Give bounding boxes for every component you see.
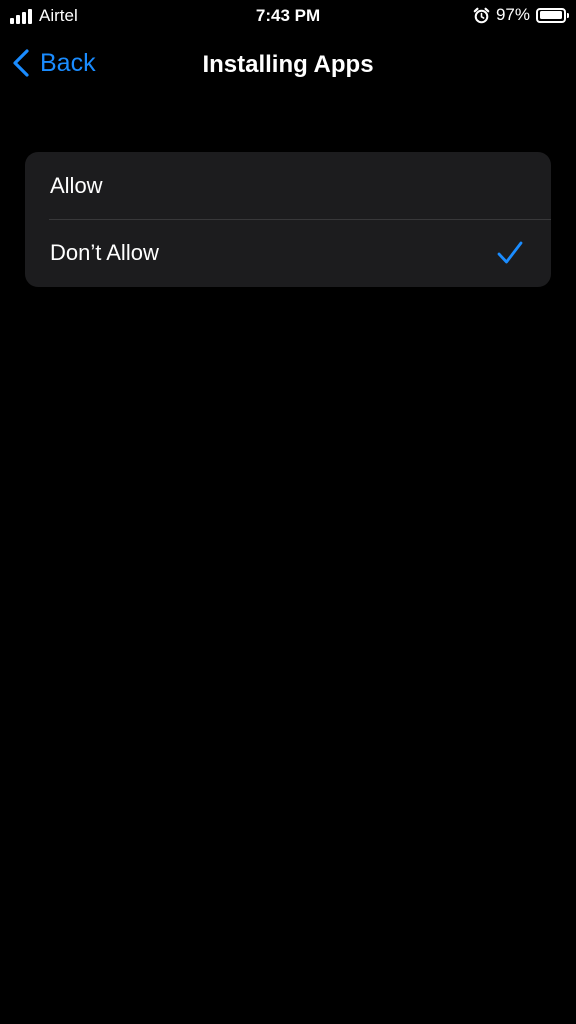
- option-dont-allow[interactable]: Don’t Allow: [25, 219, 551, 286]
- navigation-bar: Back Installing Apps: [0, 38, 576, 92]
- option-label: Allow: [50, 172, 103, 198]
- page-title: Installing Apps: [202, 51, 374, 78]
- screen: Airtel 7:43 PM 97% Back Installing Apps …: [0, 0, 576, 1024]
- status-bar: Airtel 7:43 PM 97%: [0, 0, 576, 32]
- checkmark-icon: [497, 241, 523, 264]
- status-right: 97%: [473, 5, 569, 25]
- options-group: Allow Don’t Allow: [25, 152, 551, 287]
- battery-percent: 97%: [495, 5, 530, 24]
- battery-fill: [539, 11, 562, 19]
- option-label: Don’t Allow: [50, 239, 159, 265]
- option-allow[interactable]: Allow: [25, 152, 551, 219]
- alarm-clock-icon: [473, 7, 490, 23]
- battery-cap: [566, 12, 569, 18]
- battery-icon: [536, 7, 569, 23]
